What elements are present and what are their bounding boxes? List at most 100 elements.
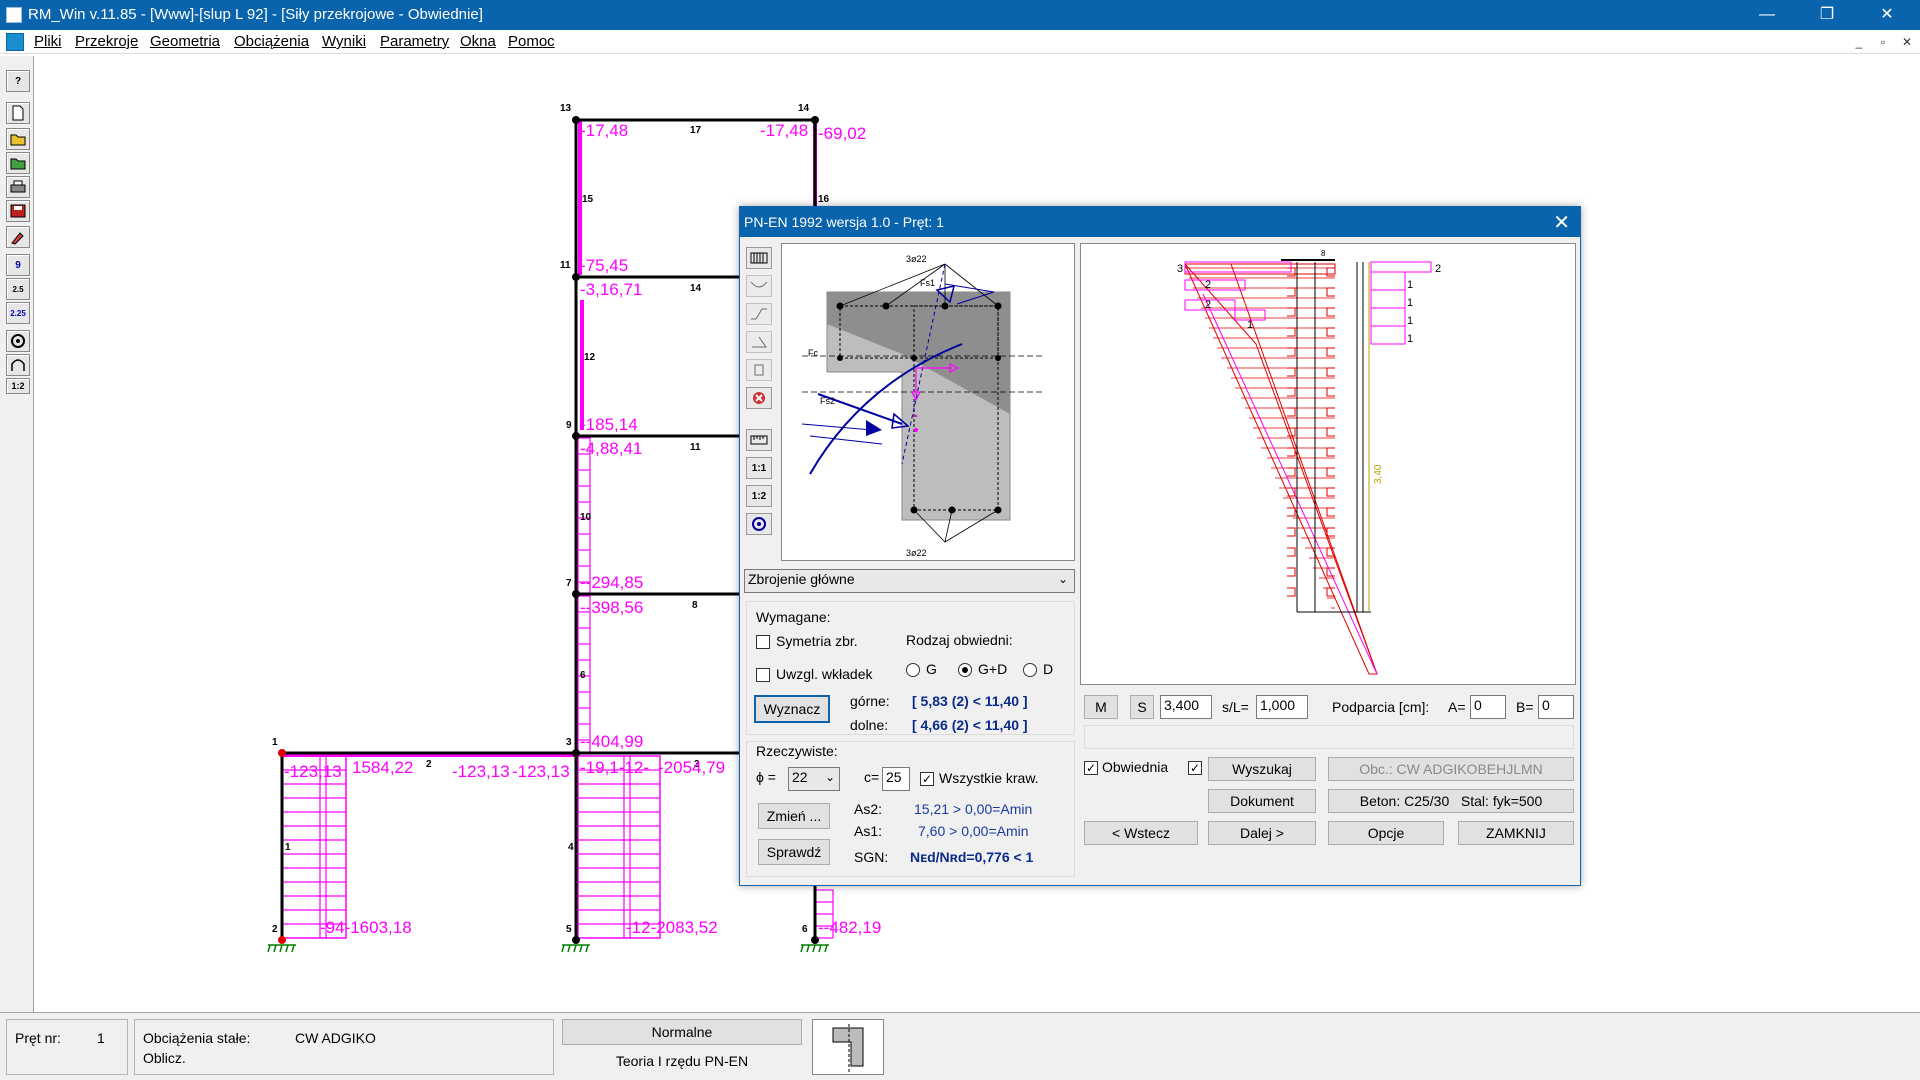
document-button[interactable]: Dokument [1208,789,1316,813]
section-support-icon[interactable] [746,513,772,535]
supports-label: Podparcia [cm]: [1332,699,1430,715]
ratio-1-2-icon[interactable]: 1:2 [746,485,772,507]
info-strip [1084,725,1574,749]
radio-d-label: D [1043,661,1054,677]
radio-d[interactable] [1023,663,1037,677]
close-dialog-button[interactable]: ZAMKNIJ [1458,821,1574,845]
support-a-input[interactable]: 0 [1470,695,1506,719]
section-preview[interactable] [812,1019,884,1075]
radio-gd[interactable] [958,663,972,677]
bar-label: 15 [582,194,594,205]
as1-label: As1: [854,823,883,839]
dimension-icon[interactable]: 2.5 [6,278,30,300]
ruler-icon[interactable] [746,429,772,451]
open-icon[interactable] [6,128,30,150]
sl-input[interactable]: 1,000 [1256,695,1308,719]
grid-icon[interactable] [746,247,772,269]
cover-input[interactable]: 25 [882,767,910,791]
moment-button[interactable]: M [1084,695,1118,719]
arc-icon[interactable] [6,354,30,376]
menu-geometria[interactable]: Geometria [150,33,220,50]
print-icon[interactable] [6,176,30,198]
position-input[interactable]: 3,400 [1160,695,1212,719]
menu-okna[interactable]: Okna [460,33,496,50]
node-numbers-icon[interactable]: 9 [6,254,30,276]
supports [267,944,829,953]
section-panel: 3ø22 3ø22 Fs1 Fc Fs2 [781,243,1075,561]
app-icon [6,7,22,23]
save-icon[interactable] [6,200,30,222]
all-edges-checkbox[interactable]: ✓ [920,772,934,786]
ratio-icon[interactable]: 1:2 [6,378,30,394]
back-button[interactable]: < Wstecz [1084,821,1198,845]
search-button[interactable]: Wyszukaj [1208,757,1316,781]
support-icon[interactable] [6,330,30,352]
close-button[interactable]: ✕ [1858,0,1916,30]
steel-label: Stal: fyk=500 [1460,793,1543,809]
analysis-type-button[interactable]: Normalne [562,1019,802,1045]
moment-value: -123,13 [452,762,510,781]
menu-pomoc[interactable]: Pomoc [508,33,555,50]
mdi-minimize-button[interactable]: _ [1850,33,1868,51]
actual-header: Rzeczywiste: [756,743,838,759]
as2-label: As2: [854,801,883,817]
scale-icon[interactable]: 2.25 [6,302,30,324]
menu-obciazenia[interactable]: Obciążenia [234,33,309,50]
load-combination-button[interactable]: Obc.: CW ADGIKOBEHJLMN [1328,757,1574,781]
moment-icon[interactable] [746,275,772,297]
next-button[interactable]: Dalej > [1208,821,1316,845]
brush-icon[interactable] [6,226,30,248]
menu-bar: Pliki Przekroje Geometria Obciążenia Wyn… [0,30,1920,54]
new-file-icon[interactable] [6,102,30,124]
bottom-label: dolne: [850,717,889,733]
diagram-top-mark: 8 [1321,249,1326,258]
node-label: 3 [566,737,572,748]
check-button[interactable]: Sprawdź [758,839,830,865]
delete-icon[interactable] [746,387,772,409]
moment-value: --404,99 [580,732,643,751]
title-bar: RM_Win v.11.85 - [Www]-[slup L 92] - [Si… [0,0,1920,30]
angle-icon[interactable] [746,331,772,353]
ratio-1-1-icon[interactable]: 1:1 [746,457,772,479]
mdi-close-button[interactable]: ✕ [1898,33,1916,51]
moment-value: -3,16,71 [580,280,642,299]
radio-g[interactable] [906,663,920,677]
calc-label: Oblicz. [143,1050,186,1066]
all-edges-label: Wszystkie kraw. [939,770,1039,786]
support-b-input[interactable]: 0 [1538,695,1574,719]
shear-icon[interactable] [746,303,772,325]
radio-gd-label: G+D [978,661,1008,677]
phi-select[interactable]: 22 ⌄ [788,767,840,791]
stirrup-icon[interactable] [746,359,772,381]
change-button[interactable]: Zmień ... [758,803,830,829]
moment-value: -69,02 [818,124,866,143]
diagram-mark: 1 [1407,279,1413,291]
inserts-checkbox[interactable] [756,668,770,682]
mdi-restore-button[interactable]: ▫ [1874,33,1892,51]
search-checkbox[interactable]: ✓ [1188,761,1202,775]
menu-wyniki[interactable]: Wyniki [322,33,366,50]
envelope-type-label: Rodzaj obwiedni: [906,632,1013,648]
help-icon[interactable]: ? [6,70,30,92]
menu-pliki[interactable]: Pliki [34,33,62,50]
reinforcement-type-select[interactable]: Zbrojenie główne ⌄ [744,569,1075,593]
dialog-title: PN-EN 1992 wersja 1.0 - Pręt: 1 [744,214,944,230]
options-button[interactable]: Opcje [1328,821,1444,845]
bar-label: 16 [818,194,830,205]
materials-button[interactable]: Beton: C25/30 Stal: fyk=500 [1328,789,1574,813]
diagram-mark: 3 [1177,263,1183,275]
document-icon[interactable] [6,33,24,51]
dialog-close-button[interactable]: ✕ [1553,210,1570,235]
section-button[interactable]: S [1130,695,1154,719]
calculate-button[interactable]: Wyznacz [754,695,830,723]
open-folder-icon[interactable] [6,152,30,174]
menu-parametry[interactable]: Parametry [380,33,449,50]
diagram-mark: 1 [1407,297,1413,309]
theory-label: Teoria I rzędu PN-EN [615,1053,749,1069]
bar-label: 6 [580,670,586,681]
envelope-checkbox[interactable]: ✓ [1084,761,1098,775]
menu-przekroje[interactable]: Przekroje [75,33,138,50]
restore-button[interactable]: ❐ [1798,0,1856,30]
minimize-button[interactable]: — [1738,0,1796,30]
symmetry-checkbox[interactable] [756,635,770,649]
